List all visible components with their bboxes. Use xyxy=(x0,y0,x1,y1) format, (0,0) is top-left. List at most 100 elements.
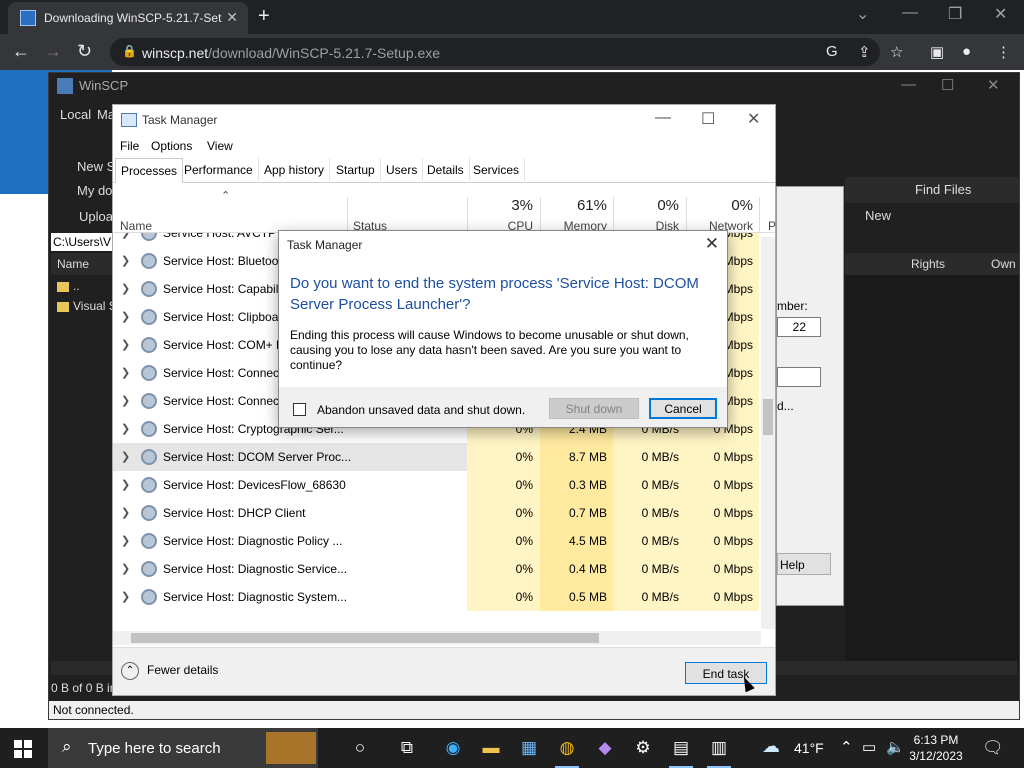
weather-temperature[interactable]: 41°F xyxy=(794,740,824,756)
power-column-header[interactable]: P xyxy=(768,219,776,233)
edge-icon[interactable]: ◉ xyxy=(441,736,465,760)
chrome-menu-icon[interactable]: ⋮ xyxy=(996,43,1011,61)
process-list-horizontal-scrollbar[interactable] xyxy=(113,631,761,645)
name-column-header[interactable]: Name xyxy=(120,219,152,233)
show-hidden-icons-icon[interactable]: ⌃ xyxy=(840,738,853,756)
winscp-maximize-button[interactable]: ☐ xyxy=(941,76,954,94)
url-text[interactable]: winscp.net/download/WinSCP-5.21.7-Setup.… xyxy=(142,45,440,61)
reload-icon[interactable]: ↻ xyxy=(77,41,92,62)
new-session-tab[interactable]: New S xyxy=(77,159,115,174)
volume-icon[interactable]: 🔈 xyxy=(886,738,905,756)
disk-total-percent[interactable]: 0% xyxy=(619,197,679,214)
tm-maximize-button[interactable]: ☐ xyxy=(701,109,715,129)
owner-column-header[interactable]: Own xyxy=(991,257,1016,271)
abandon-data-label[interactable]: Abandon unsaved data and shut down. xyxy=(317,403,525,417)
process-row[interactable]: ❯ Service Host: DCOM Server Proc... 0% 8.7 … xyxy=(113,443,759,471)
start-button[interactable] xyxy=(14,740,32,758)
process-row[interactable]: ❯ Service Host: DevicesFlow_68630 0% 0.3 MB… xyxy=(113,471,759,499)
browser-tab[interactable]: Downloading WinSCP-5.21.7-Set ✕ xyxy=(8,2,248,34)
column-divider[interactable] xyxy=(467,197,468,233)
column-divider[interactable] xyxy=(686,197,687,233)
local-path-field[interactable]: C:\Users\V xyxy=(51,233,113,251)
expand-chevron-icon[interactable]: ❯ xyxy=(121,506,130,519)
dialog-close-icon[interactable]: ✕ xyxy=(705,234,719,254)
end-task-button[interactable]: End task xyxy=(685,662,767,684)
forward-arrow-icon[interactable]: → xyxy=(44,41,62,62)
column-divider[interactable] xyxy=(347,197,348,233)
tab-performance[interactable]: Performance xyxy=(179,158,259,183)
notification-icon[interactable]: 🗨 xyxy=(982,738,1004,758)
expand-chevron-icon[interactable]: ❯ xyxy=(121,254,130,267)
menu-view[interactable]: View xyxy=(207,139,233,153)
file-row-parent[interactable]: .. xyxy=(57,279,80,293)
bookmark-star-icon[interactable]: ☆ xyxy=(890,43,903,61)
file-row-visual-studio[interactable]: Visual S xyxy=(57,299,117,313)
address-bar[interactable]: 🔒 winscp.net/download/WinSCP-5.21.7-Setu… xyxy=(110,38,880,66)
expand-chevron-icon[interactable]: ❯ xyxy=(121,233,130,239)
cortana-icon[interactable]: ○ xyxy=(348,736,372,760)
memory-total-percent[interactable]: 61% xyxy=(545,197,607,214)
expand-chevron-icon[interactable]: ❯ xyxy=(121,562,130,575)
cpu-total-percent[interactable]: 3% xyxy=(473,197,533,214)
close-window-button[interactable]: ✕ xyxy=(994,4,1007,24)
file-explorer-icon[interactable]: ▬ xyxy=(479,736,503,760)
tab-details[interactable]: Details xyxy=(422,158,470,183)
menu-file[interactable]: File xyxy=(120,139,139,153)
profile-icon[interactable]: ● xyxy=(962,43,971,60)
process-row[interactable]: ❯ Service Host: Diagnostic System... 0% 0.5… xyxy=(113,583,759,611)
text-field[interactable] xyxy=(777,367,821,387)
tab-processes[interactable]: Processes xyxy=(115,158,184,183)
expand-chevron-icon[interactable]: ❯ xyxy=(121,338,130,351)
tm-minimize-button[interactable]: — xyxy=(655,109,671,127)
menu-local[interactable]: Local xyxy=(60,107,91,122)
scroll-thumb[interactable] xyxy=(763,399,773,435)
tab-startup[interactable]: Startup xyxy=(331,158,381,183)
browse-button[interactable]: d... xyxy=(777,399,794,413)
expand-chevron-icon[interactable]: ❯ xyxy=(121,450,130,463)
task-manager-taskbar-icon[interactable]: ▥ xyxy=(707,736,731,768)
tab-close-icon[interactable]: ✕ xyxy=(226,9,238,26)
expand-chevron-icon[interactable]: ❯ xyxy=(121,394,130,407)
system-clock[interactable]: 6:13 PM 3/12/2023 xyxy=(906,732,966,764)
expand-chevron-icon[interactable]: ❯ xyxy=(121,282,130,295)
fewer-details-button[interactable]: ⌃ Fewer details xyxy=(121,662,218,680)
settings-gear-icon[interactable]: ⚙ xyxy=(631,736,655,760)
column-divider[interactable] xyxy=(613,197,614,233)
process-row[interactable]: ❯ Service Host: Diagnostic Policy ... 0% 4.… xyxy=(113,527,759,555)
local-name-column-header[interactable]: Name xyxy=(51,253,113,275)
winscp-taskbar-icon[interactable]: ▤ xyxy=(669,736,693,768)
help-button[interactable]: Help xyxy=(777,553,831,575)
tm-close-button[interactable]: ✕ xyxy=(747,109,760,129)
process-list-vertical-scrollbar[interactable] xyxy=(761,237,775,629)
expand-chevron-icon[interactable]: ❯ xyxy=(121,534,130,547)
expand-chevron-icon[interactable]: ❯ xyxy=(121,310,130,323)
process-row[interactable]: ❯ Service Host: Diagnostic Service... 0% 0.… xyxy=(113,555,759,583)
expand-chevron-icon[interactable]: ❯ xyxy=(121,366,130,379)
upload-button[interactable]: Uploa xyxy=(79,209,113,224)
side-panel-icon[interactable]: ▣ xyxy=(930,43,944,61)
tab-services[interactable]: Services xyxy=(468,158,526,183)
task-view-icon[interactable]: ⧉ xyxy=(395,736,419,760)
my-documents-button[interactable]: My do xyxy=(77,183,112,198)
abandon-data-checkbox[interactable] xyxy=(293,403,306,416)
column-divider[interactable] xyxy=(540,197,541,233)
menu-options[interactable]: Options xyxy=(151,139,192,153)
expand-chevron-icon[interactable]: ❯ xyxy=(121,590,130,603)
share-icon[interactable]: ⇪ xyxy=(858,43,871,61)
microsoft-store-icon[interactable]: ▦ xyxy=(517,736,541,760)
port-number-stepper[interactable]: 22 xyxy=(777,317,821,337)
network-total-percent[interactable]: 0% xyxy=(691,197,753,214)
shut-down-button[interactable]: Shut down xyxy=(549,398,639,419)
network-icon[interactable]: ▭ xyxy=(862,738,876,756)
weather-cloud-icon[interactable]: ☁ xyxy=(762,736,780,757)
remote-file-list[interactable] xyxy=(845,275,1019,665)
winscp-close-button[interactable]: ✕ xyxy=(987,76,1000,94)
rights-column-header[interactable]: Rights xyxy=(911,257,945,271)
expand-chevron-icon[interactable]: ❯ xyxy=(121,422,130,435)
tab-users[interactable]: Users xyxy=(381,158,424,183)
back-arrow-icon[interactable]: ← xyxy=(12,41,30,62)
tab-app-history[interactable]: App history xyxy=(259,158,331,183)
winscp-minimize-button[interactable]: — xyxy=(901,76,916,93)
chrome-icon[interactable]: ◍ xyxy=(555,736,579,768)
tab-search-icon[interactable]: ⌄ xyxy=(856,4,869,24)
